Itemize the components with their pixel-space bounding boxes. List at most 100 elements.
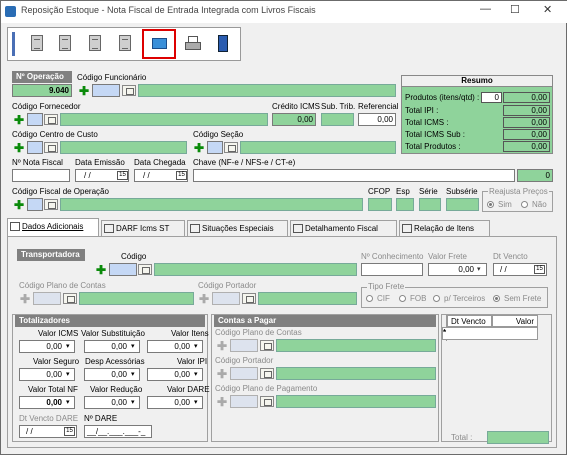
main-window: Reposição Estoque - Nota Fiscal de Entra… <box>0 0 567 455</box>
toolbar-grip <box>12 32 15 56</box>
dt-vencto-dare-calendar-icon[interactable]: 15 <box>64 427 75 436</box>
secao-code-input[interactable] <box>207 141 223 154</box>
add-cfo-icon[interactable]: ✚ <box>14 199 24 211</box>
transportadora-lookup-icon[interactable] <box>138 264 152 275</box>
n-dare-input[interactable]: __/__.___.___-_ <box>84 425 152 438</box>
operacao-field[interactable]: 9.040 <box>12 84 72 97</box>
data-chegada-calendar-icon[interactable]: 15 <box>176 171 187 180</box>
valor-subst-dropdown-icon[interactable]: ▾ <box>131 342 135 350</box>
secao-label: Código Seção <box>193 130 244 139</box>
toolbar <box>7 27 241 61</box>
tab-darf-icms-st[interactable]: DARF Icms ST <box>101 220 185 236</box>
tab-dados-adicionais[interactable]: Dados Adicionais <box>7 218 99 236</box>
tab-situacoes-especiais[interactable]: Situações Especiais <box>187 220 288 236</box>
valor-seguro-dropdown-icon[interactable]: ▾ <box>66 370 70 378</box>
add-transportadora-icon[interactable]: ✚ <box>96 264 106 276</box>
cp-plano-pagamento-name-field <box>276 395 436 408</box>
valor-reducao-dropdown-icon[interactable]: ▾ <box>131 398 135 406</box>
reajusta-sim-radio[interactable] <box>487 201 494 208</box>
col-dt-vencto-header[interactable]: Dt Vencto <box>447 315 492 327</box>
centro-custo-name-field <box>60 141 187 154</box>
conhecimento-input[interactable] <box>361 263 423 276</box>
cfo-code-input[interactable] <box>27 198 43 211</box>
add-cp-plano-contas-icon[interactable]: ✚ <box>217 340 227 352</box>
frete-terceiros-radio[interactable] <box>433 295 440 302</box>
add-fornecedor-icon[interactable]: ✚ <box>14 114 24 126</box>
add-cp-plano-pagamento-icon[interactable]: ✚ <box>217 396 227 408</box>
report-view-icon[interactable] <box>142 29 176 59</box>
cp-plano-contas-code-input[interactable] <box>230 339 258 352</box>
valor-icms-dropdown-icon[interactable]: ▾ <box>66 342 70 350</box>
add-transp-plano-contas-icon[interactable]: ✚ <box>20 293 30 305</box>
transp-plano-contas-lookup-icon[interactable] <box>63 293 77 304</box>
maximize-button[interactable]: ☐ <box>510 3 520 16</box>
copy-document-icon[interactable] <box>54 32 78 56</box>
centro-custo-lookup-icon[interactable] <box>44 142 58 153</box>
add-transp-portador-icon[interactable]: ✚ <box>199 293 209 305</box>
tab-label: Dados Adicionais <box>22 222 84 231</box>
fornecedor-lookup-icon[interactable] <box>44 114 58 125</box>
subserie-field <box>446 198 479 211</box>
delete-document-icon[interactable] <box>84 32 108 56</box>
minimize-button[interactable]: — <box>480 3 491 15</box>
valor-seguro-label: Valor Seguro <box>33 357 80 366</box>
frete-fob-radio[interactable] <box>399 295 406 302</box>
referencial-field[interactable]: 0,00 <box>358 113 396 126</box>
grid-new-row-marker: * <box>443 328 447 337</box>
tab-relacao-itens[interactable]: Relação de Itens <box>399 220 490 236</box>
chave-input[interactable] <box>193 169 515 182</box>
cp-portador-code-input[interactable] <box>230 367 258 380</box>
tipo-frete-label: Tipo Frete <box>367 282 406 291</box>
valor-reducao-label: Valor Redução <box>90 385 143 394</box>
transp-plano-contas-code-input[interactable] <box>33 292 61 305</box>
col-valor-header[interactable]: Valor <box>492 315 538 327</box>
esp-label: Esp <box>396 187 410 196</box>
valor-dare-dropdown-icon[interactable]: ▾ <box>194 398 198 406</box>
valor-dare-label: Valor DARE <box>167 385 210 394</box>
new-document-icon[interactable] <box>26 32 50 56</box>
tab-detalhamento-fiscal[interactable]: Detalhamento Fiscal <box>290 220 397 236</box>
cp-plano-pagamento-code-input[interactable] <box>230 395 258 408</box>
reajusta-label: Reajusta Preços <box>488 187 549 196</box>
close-button[interactable]: ✕ <box>543 3 552 16</box>
transp-portador-lookup-icon[interactable] <box>242 293 256 304</box>
frete-terceiros-label: p/ Terceiros <box>444 294 486 303</box>
valor-subst-label: Valor Substituição <box>81 329 145 338</box>
valor-total-dropdown-icon[interactable]: ▾ <box>66 398 70 406</box>
tab-icon <box>293 224 303 233</box>
check-document-icon[interactable] <box>114 32 138 56</box>
print-icon[interactable] <box>182 32 206 56</box>
cp-portador-lookup-icon[interactable] <box>260 368 274 379</box>
grid-new-row[interactable] <box>442 327 538 340</box>
cp-plano-contas-lookup-icon[interactable] <box>260 340 274 351</box>
resumo-produtos-total-label: Total Produtos : <box>405 142 461 151</box>
valor-itens-dropdown-icon[interactable]: ▾ <box>194 342 198 350</box>
frete-sem-frete-radio[interactable] <box>493 295 500 302</box>
nota-fiscal-input[interactable] <box>12 169 70 182</box>
valor-frete-dropdown-icon[interactable]: ▾ <box>477 265 481 273</box>
fornecedor-code-input[interactable] <box>27 113 43 126</box>
transportadora-code-input[interactable] <box>109 263 137 276</box>
transportadora-name-field <box>154 263 357 276</box>
cp-plano-pagamento-lookup-icon[interactable] <box>260 396 274 407</box>
exit-door-icon[interactable] <box>212 32 236 56</box>
frete-dt-vencto-calendar-icon[interactable]: 15 <box>534 265 545 274</box>
funcionario-lookup-icon[interactable] <box>122 85 136 96</box>
frete-cif-radio[interactable] <box>366 295 373 302</box>
secao-lookup-icon[interactable] <box>224 142 238 153</box>
add-cp-portador-icon[interactable]: ✚ <box>217 368 227 380</box>
resumo-icms-sub-label: Total ICMS Sub : <box>405 130 466 139</box>
funcionario-code-input[interactable] <box>92 84 120 97</box>
cfo-lookup-icon[interactable] <box>44 199 58 210</box>
add-centro-custo-icon[interactable]: ✚ <box>14 142 24 154</box>
valor-ipi-dropdown-icon[interactable]: ▾ <box>194 370 198 378</box>
reajusta-nao-radio[interactable] <box>521 201 528 208</box>
transp-portador-label: Código Portador <box>198 281 257 290</box>
resumo-ipi-value: 0,00 <box>503 105 550 116</box>
centro-custo-code-input[interactable] <box>27 141 43 154</box>
data-emissao-calendar-icon[interactable]: 15 <box>117 171 128 180</box>
desp-acess-dropdown-icon[interactable]: ▾ <box>131 370 135 378</box>
add-funcionario-icon[interactable]: ✚ <box>79 85 89 97</box>
transp-portador-code-input[interactable] <box>212 292 240 305</box>
add-secao-icon[interactable]: ✚ <box>194 142 204 154</box>
